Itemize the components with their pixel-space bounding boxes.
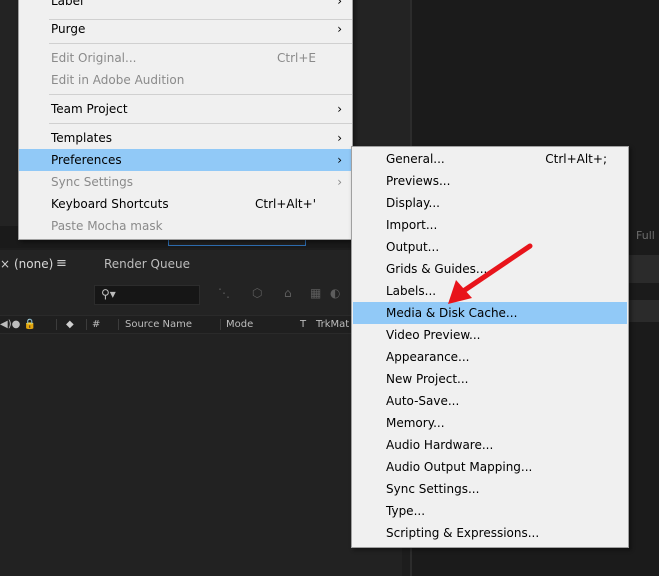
submenu-item-type[interactable]: Type... <box>353 500 627 522</box>
draft-3d-icon[interactable]: ⬡ <box>252 287 266 299</box>
chevron-right-icon: › <box>337 131 342 145</box>
motion-blur-icon[interactable]: ◐ <box>330 287 344 299</box>
frame-blending-icon[interactable]: ▦ <box>310 287 324 299</box>
timeline-column-header: ◀)● 🔒 ◆ # Source Name Mode T TrkMat <box>0 315 402 334</box>
close-icon[interactable]: × <box>0 257 10 271</box>
submenu-item-sync-settings[interactable]: Sync Settings... <box>353 478 627 500</box>
menu-item-keyboard-shortcuts[interactable]: Keyboard Shortcuts Ctrl+Alt+' <box>19 193 352 215</box>
layer-search-input[interactable]: ⚲▾ <box>94 285 200 305</box>
submenu-item-import[interactable]: Import... <box>353 214 627 236</box>
menu-divider <box>49 123 352 124</box>
submenu-item-scripting-expressions[interactable]: Scripting & Expressions... <box>353 522 627 544</box>
timeline-tab-row: × (none) ≡ Render Queue <box>0 250 402 278</box>
menu-item-edit-original[interactable]: Edit Original... Ctrl+E <box>19 47 352 69</box>
shy-layers-icon[interactable]: ⌂ <box>284 287 298 299</box>
menu-item-team-project[interactable]: Team Project › <box>19 98 352 120</box>
submenu-item-general[interactable]: General... Ctrl+Alt+; <box>353 148 627 170</box>
column-separator <box>86 319 87 330</box>
chevron-right-icon: › <box>337 153 342 167</box>
panel-header-block <box>626 255 659 283</box>
menu-divider <box>49 43 352 44</box>
column-separator <box>220 319 221 330</box>
preferences-submenu: General... Ctrl+Alt+; Previews... Displa… <box>351 146 629 548</box>
annotation-arrow-icon <box>448 243 533 304</box>
chevron-right-icon: › <box>337 175 342 189</box>
column-mode[interactable]: Mode <box>226 316 253 333</box>
menu-item-edit-in-audition[interactable]: Edit in Adobe Audition <box>19 69 352 91</box>
column-t[interactable]: T <box>300 316 306 333</box>
chevron-right-icon: › <box>337 0 342 8</box>
timeline-layer-area <box>0 334 402 576</box>
submenu-item-display[interactable]: Display... <box>353 192 627 214</box>
panel-header-block <box>626 300 659 322</box>
edit-menu: Label › Purge › Edit Original... Ctrl+E … <box>18 0 353 240</box>
audio-video-switch-icons: ◀)● 🔒 <box>0 319 36 330</box>
panel-menu-icon[interactable]: ≡ <box>56 256 67 271</box>
column-number[interactable]: # <box>92 316 100 333</box>
submenu-item-auto-save[interactable]: Auto-Save... <box>353 390 627 412</box>
submenu-item-memory[interactable]: Memory... <box>353 412 627 434</box>
menu-item-purge[interactable]: Purge › <box>19 18 352 40</box>
timeline-panel: × (none) ≡ Render Queue ⚲▾ ⋱ ⬡ ⌂ ▦ ◐ ◀)●… <box>0 250 402 576</box>
chevron-right-icon: › <box>337 102 342 116</box>
submenu-item-video-preview[interactable]: Video Preview... <box>353 324 627 346</box>
column-separator <box>56 319 57 330</box>
search-icon: ⚲▾ <box>101 287 116 301</box>
label-tag-icon[interactable]: ◆ <box>66 316 74 333</box>
resolution-dropdown[interactable]: Full <box>636 229 655 242</box>
timeline-tab[interactable]: (none) <box>14 257 53 271</box>
submenu-item-audio-hardware[interactable]: Audio Hardware... <box>353 434 627 456</box>
comp-flowchart-icon[interactable]: ⋱ <box>218 287 232 299</box>
column-trkmat[interactable]: TrkMat <box>316 316 349 333</box>
menu-item-sync-settings[interactable]: Sync Settings › <box>19 171 352 193</box>
submenu-item-new-project[interactable]: New Project... <box>353 368 627 390</box>
menu-item-templates[interactable]: Templates › <box>19 127 352 149</box>
chevron-right-icon: › <box>337 22 342 36</box>
column-separator <box>118 319 119 330</box>
tab-render-queue[interactable]: Render Queue <box>104 257 190 271</box>
menu-item-preferences[interactable]: Preferences › <box>19 149 352 171</box>
menu-item-paste-mocha-mask[interactable]: Paste Mocha mask <box>19 215 352 237</box>
column-source-name[interactable]: Source Name <box>125 316 192 333</box>
submenu-item-previews[interactable]: Previews... <box>353 170 627 192</box>
submenu-item-appearance[interactable]: Appearance... <box>353 346 627 368</box>
submenu-item-audio-output-mapping[interactable]: Audio Output Mapping... <box>353 456 627 478</box>
menu-item-label[interactable]: Label › <box>19 0 352 12</box>
menu-divider <box>49 94 352 95</box>
